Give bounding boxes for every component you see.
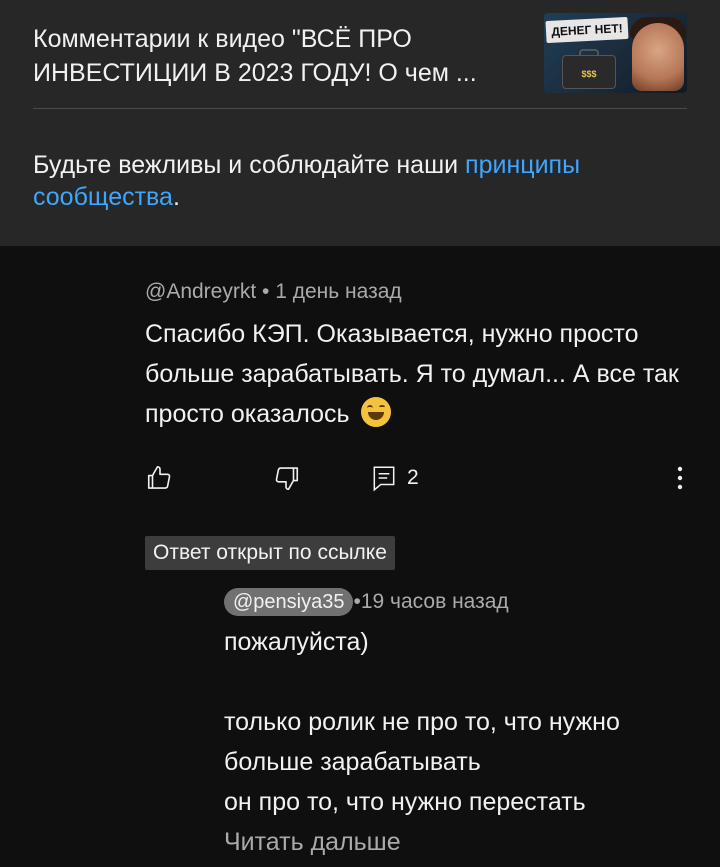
reply-button[interactable]: 2: [371, 460, 419, 496]
comment-author[interactable]: @Andreyrkt: [145, 280, 256, 303]
reply-time: 19 часов назад: [360, 590, 509, 613]
comment-actions: 2: [145, 460, 690, 496]
thumbnail-face: [632, 23, 684, 91]
comment-meta: @Andreyrkt • 1 день назад: [145, 278, 685, 306]
like-button[interactable]: [145, 460, 175, 496]
comment: @Andreyrkt • 1 день назад Спасибо КЭП. О…: [145, 278, 685, 434]
reply-meta: @pensiya35 • 19 часов назад: [224, 588, 694, 616]
kebab-menu-icon: [677, 466, 683, 490]
reply-meta-separator: •: [353, 590, 361, 613]
read-more-link[interactable]: Читать дальше: [224, 822, 694, 862]
guideline-text: Будьте вежливы и соблюдайте наши: [33, 151, 466, 179]
briefcase-label: $$$: [581, 69, 597, 79]
dislike-button[interactable]: [271, 460, 301, 496]
community-guidelines-notice: Будьте вежливы и соблюдайте наши принцип…: [33, 149, 683, 213]
meta-separator: •: [256, 280, 276, 303]
grinning-squinting-face-icon: [360, 397, 391, 427]
thumbs-down-icon: [275, 467, 299, 491]
guideline-end: .: [172, 183, 180, 211]
thumbnail-banner: ДЕНЕГ НЕТ!: [545, 16, 629, 44]
reply-count: 2: [407, 466, 419, 489]
reply-author-pill[interactable]: @pensiya35: [224, 588, 354, 616]
comments-header: Комментарии к видео "ВСЁ ПРО ИНВЕСТИЦИИ …: [0, 0, 720, 246]
comments-title: Комментарии к видео "ВСЁ ПРО ИНВЕСТИЦИИ …: [33, 25, 477, 87]
more-options-button[interactable]: [675, 460, 685, 496]
comment-text-block: Спасибо КЭП. Оказывается, нужно просто б…: [145, 314, 685, 434]
reply-text: пожалуйста) только ролик не про то, что …: [224, 628, 620, 816]
comment-text: Спасибо КЭП. Оказывается, нужно просто б…: [145, 320, 679, 428]
linked-reply-badge: Ответ открыт по ссылке: [145, 536, 395, 570]
comment-icon: [373, 466, 395, 492]
reply-comment: @pensiya35 • 19 часов назад пожалуйста) …: [224, 588, 694, 862]
comment-time: 1 день назад: [275, 280, 402, 303]
thumbs-up-icon: [147, 465, 171, 489]
header-divider: [33, 108, 687, 109]
video-thumbnail[interactable]: ДЕНЕГ НЕТ! $$$: [544, 13, 687, 93]
